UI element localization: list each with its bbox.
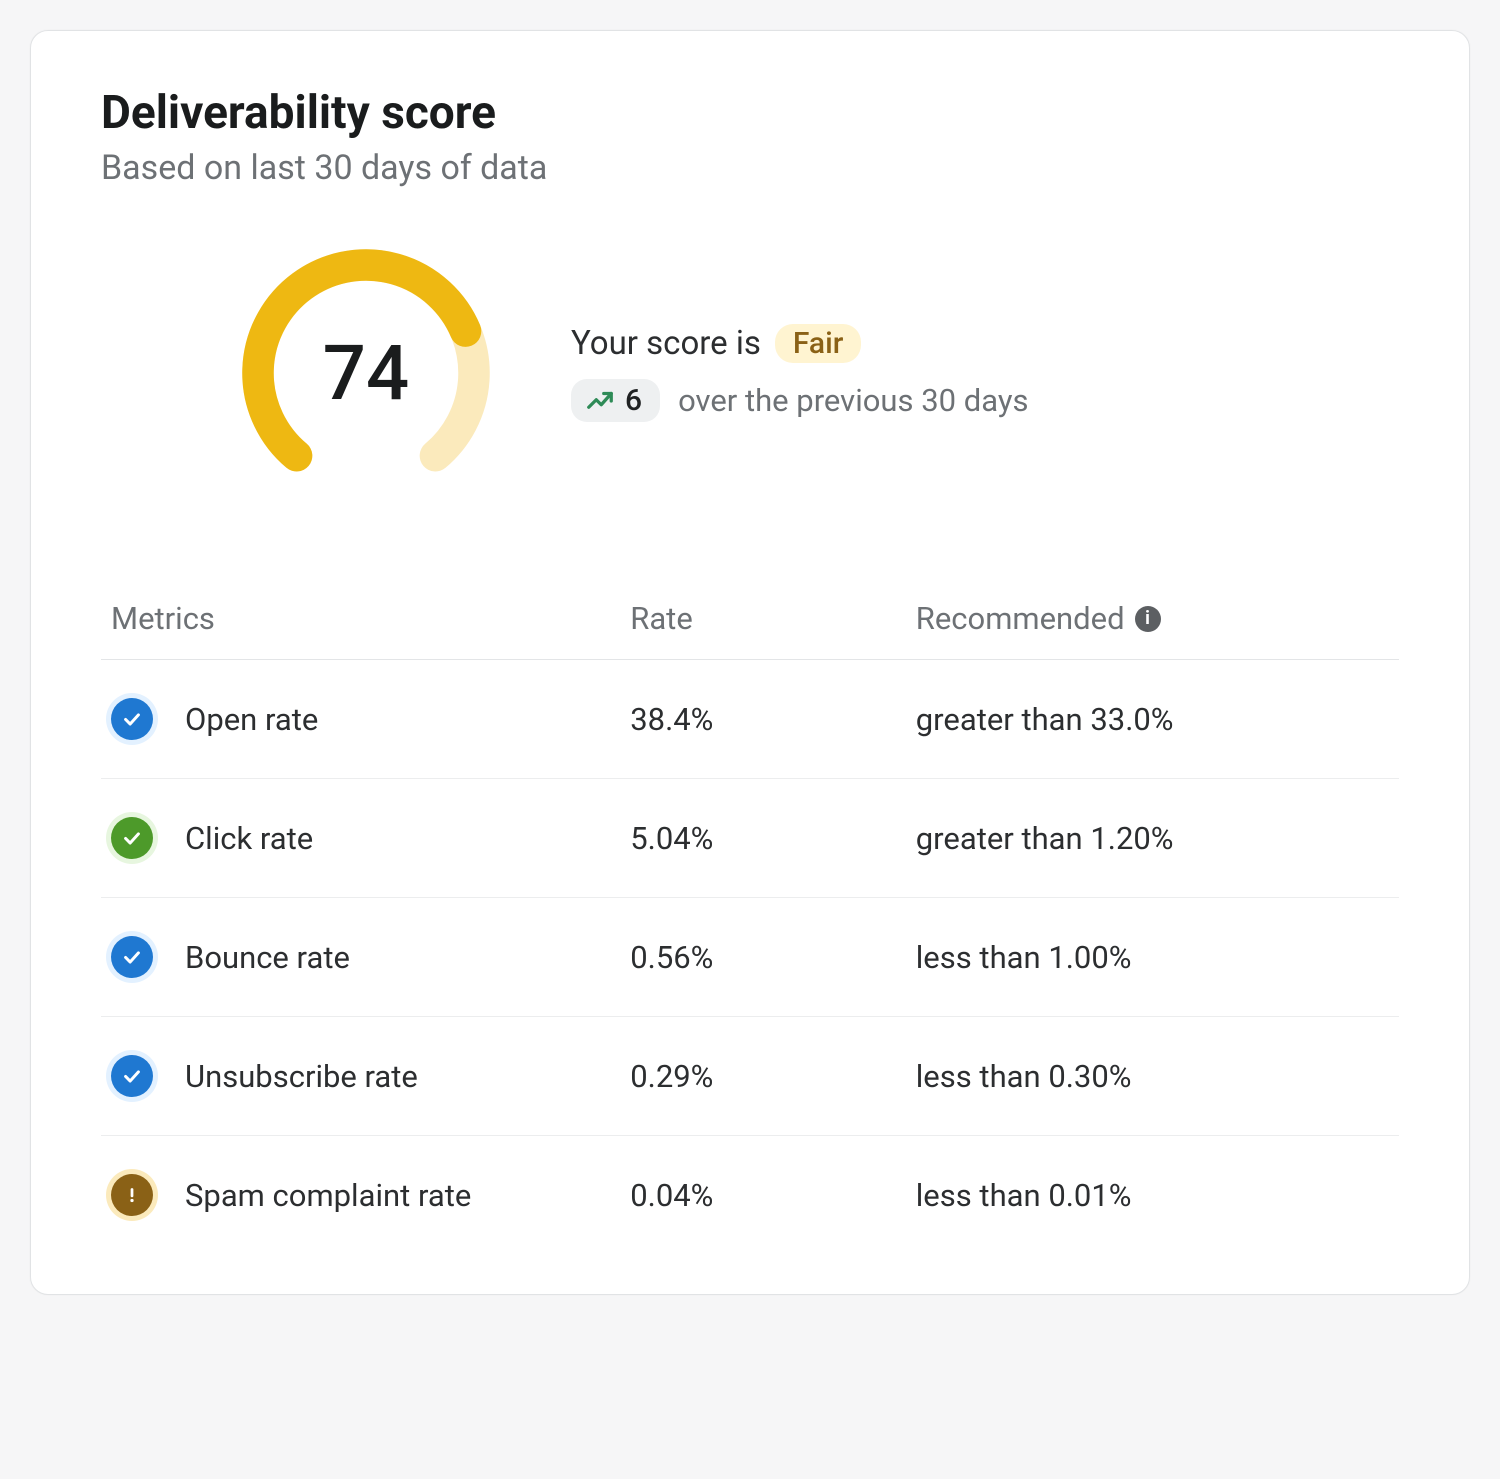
card-subtitle: Based on last 30 days of data [101, 148, 1399, 188]
table-row: Click rate 5.04%greater than 1.20% [101, 779, 1399, 898]
metric-rate: 0.29% [620, 1017, 906, 1136]
check-icon [111, 936, 153, 978]
metrics-table: Metrics Rate Recommended i Open rate 38.4… [101, 578, 1399, 1254]
score-summary: Your score is Fair 6 over the previous 3… [571, 324, 1029, 422]
score-gauge: 74 [231, 238, 501, 508]
deliverability-card: Deliverability score Based on last 30 da… [30, 30, 1470, 1295]
alert-icon [111, 1174, 153, 1216]
metric-recommended: less than 1.00% [906, 898, 1399, 1017]
info-icon[interactable]: i [1135, 606, 1161, 632]
score-grade-badge: Fair [775, 324, 861, 363]
metric-rate: 0.56% [620, 898, 906, 1017]
metric-recommended: less than 0.30% [906, 1017, 1399, 1136]
table-row: Spam complaint rate 0.04%less than 0.01% [101, 1136, 1399, 1255]
table-row: Unsubscribe rate 0.29%less than 0.30% [101, 1017, 1399, 1136]
metric-rate: 0.04% [620, 1136, 906, 1255]
table-row: Open rate 38.4%greater than 33.0% [101, 660, 1399, 779]
score-block: 74 Your score is Fair 6 over the previ [231, 238, 1399, 508]
metric-name: Spam complaint rate [185, 1177, 471, 1214]
trend-up-icon [585, 386, 615, 416]
check-icon [111, 817, 153, 859]
score-delta-chip: 6 [571, 379, 660, 422]
col-header-recommended: Recommended i [906, 578, 1399, 660]
metric-rate: 38.4% [620, 660, 906, 779]
metric-name: Click rate [185, 820, 313, 857]
score-value: 74 [323, 328, 409, 418]
table-row: Bounce rate 0.56%less than 1.00% [101, 898, 1399, 1017]
metric-rate: 5.04% [620, 779, 906, 898]
metric-name: Unsubscribe rate [185, 1058, 418, 1095]
metric-recommended: greater than 1.20% [906, 779, 1399, 898]
score-delta-suffix: over the previous 30 days [678, 382, 1028, 419]
metric-recommended: greater than 33.0% [906, 660, 1399, 779]
card-title: Deliverability score [101, 86, 1399, 140]
metric-recommended: less than 0.01% [906, 1136, 1399, 1255]
col-header-rate: Rate [620, 578, 906, 660]
score-delta-value: 6 [625, 383, 642, 418]
score-grade-line: Your score is Fair [571, 324, 1029, 363]
col-header-metrics: Metrics [101, 578, 620, 660]
check-icon [111, 1055, 153, 1097]
col-header-recommended-text: Recommended [916, 600, 1125, 637]
score-delta-row: 6 over the previous 30 days [571, 379, 1029, 422]
metric-name: Bounce rate [185, 939, 350, 976]
metric-name: Open rate [185, 701, 318, 738]
score-label-prefix: Your score is [571, 324, 761, 363]
check-icon [111, 698, 153, 740]
